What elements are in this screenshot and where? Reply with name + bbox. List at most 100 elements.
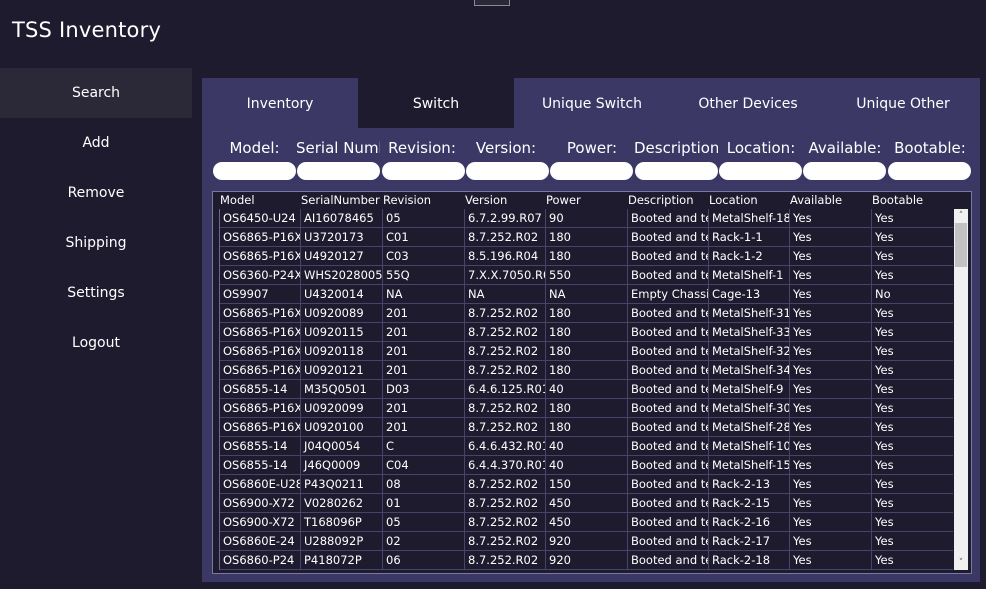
cell-version[interactable]: 8.7.252.R02 xyxy=(464,475,545,494)
cell-version[interactable]: 8.7.252.R02 xyxy=(464,361,545,380)
cell-version[interactable]: 8.7.252.R02 xyxy=(464,228,545,247)
cell-description[interactable]: Booted and te xyxy=(627,532,708,551)
cell-serial-number[interactable]: V0280262 xyxy=(300,494,382,513)
cell-description[interactable]: Booted and te xyxy=(627,266,708,285)
cell-location[interactable]: MetalShelf-28 xyxy=(708,418,789,437)
cell-bootable[interactable]: Yes xyxy=(871,380,953,399)
cell-location[interactable]: Rack-1-1 xyxy=(708,228,789,247)
column-header-version[interactable]: Version xyxy=(464,192,545,209)
cell-version[interactable]: 8.7.252.R02 xyxy=(464,532,545,551)
cell-serial-number[interactable]: P418072P xyxy=(300,551,382,570)
cell-available[interactable]: Yes xyxy=(789,209,871,228)
serial-number-filter-input[interactable] xyxy=(297,162,380,180)
cell-description[interactable]: Booted and te xyxy=(627,513,708,532)
scroll-down-icon[interactable]: ˅ xyxy=(954,556,968,570)
vertical-scrollbar[interactable]: ˄ ˅ xyxy=(954,209,968,570)
table-row[interactable]: OS9907 U4320014 NA NA NA Empty Chassis Cage-13… xyxy=(219,285,953,304)
cell-bootable[interactable]: Yes xyxy=(871,228,953,247)
table-row[interactable]: OS6855-14 J04Q0054 C 6.4.6.432.R01 40 Booted … xyxy=(219,437,953,456)
cell-serial-number[interactable]: M35Q0501 xyxy=(300,380,382,399)
cell-location[interactable]: MetalShelf-30 xyxy=(708,399,789,418)
cell-serial-number[interactable]: U0920121 xyxy=(300,361,382,380)
column-header-power[interactable]: Power xyxy=(545,192,627,209)
version-filter-input[interactable] xyxy=(466,162,549,180)
cell-available[interactable]: Yes xyxy=(789,228,871,247)
cell-revision[interactable]: 201 xyxy=(382,342,464,361)
cell-serial-number[interactable]: WHS20280054 xyxy=(300,266,382,285)
cell-version[interactable]: 8.7.252.R02 xyxy=(464,323,545,342)
cell-revision[interactable]: 01 xyxy=(382,494,464,513)
cell-model[interactable]: OS6865-P16X xyxy=(219,247,300,266)
cell-location[interactable]: Rack-2-15 xyxy=(708,494,789,513)
cell-version[interactable]: 6.4.6.125.R01 xyxy=(464,380,545,399)
cell-serial-number[interactable]: U4320014 xyxy=(300,285,382,304)
cell-revision[interactable]: C04 xyxy=(382,456,464,475)
cell-serial-number[interactable]: U0920118 xyxy=(300,342,382,361)
cell-serial-number[interactable]: U0920100 xyxy=(300,418,382,437)
cell-available[interactable]: Yes xyxy=(789,247,871,266)
cell-power[interactable]: 90 xyxy=(545,209,627,228)
column-header-available[interactable]: Available xyxy=(789,192,871,209)
cell-available[interactable]: Yes xyxy=(789,494,871,513)
cell-bootable[interactable]: No xyxy=(871,285,953,304)
cell-serial-number[interactable]: U0920089 xyxy=(300,304,382,323)
table-row[interactable]: OS6865-P16X U0920121 201 8.7.252.R02 180 Boot… xyxy=(219,361,953,380)
cell-version[interactable]: 6.7.2.99.R07 xyxy=(464,209,545,228)
cell-location[interactable]: MetalShelf-32 xyxy=(708,342,789,361)
bootable-filter-input[interactable] xyxy=(888,162,971,180)
cell-available[interactable]: Yes xyxy=(789,380,871,399)
cell-bootable[interactable]: Yes xyxy=(871,247,953,266)
cell-location[interactable]: Rack-2-18 xyxy=(708,551,789,570)
cell-model[interactable]: OS6450-U24 xyxy=(219,209,300,228)
cell-description[interactable]: Empty Chassis xyxy=(627,285,708,304)
column-header-bootable[interactable]: Bootable xyxy=(871,192,953,209)
sidebar-item-remove[interactable]: Remove xyxy=(0,168,192,218)
cell-description[interactable]: Booted and te xyxy=(627,361,708,380)
cell-revision[interactable]: 55Q xyxy=(382,266,464,285)
cell-location[interactable]: Cage-13 xyxy=(708,285,789,304)
cell-serial-number[interactable]: U3720173 xyxy=(300,228,382,247)
cell-model[interactable]: OS6865-P16X xyxy=(219,323,300,342)
cell-power[interactable]: 180 xyxy=(545,399,627,418)
cell-version[interactable]: 6.4.6.432.R01 xyxy=(464,437,545,456)
cell-power[interactable]: 150 xyxy=(545,475,627,494)
window-grip[interactable] xyxy=(474,0,510,6)
cell-model[interactable]: OS6900-X72 xyxy=(219,494,300,513)
cell-serial-number[interactable]: J46Q0009 xyxy=(300,456,382,475)
cell-model[interactable]: OS6360-P24X xyxy=(219,266,300,285)
location-filter-input[interactable] xyxy=(719,162,802,180)
cell-bootable[interactable]: Yes xyxy=(871,456,953,475)
model-filter-input[interactable] xyxy=(213,162,296,180)
cell-power[interactable]: 920 xyxy=(545,532,627,551)
cell-description[interactable]: Booted and te xyxy=(627,209,708,228)
cell-serial-number[interactable]: J04Q0054 xyxy=(300,437,382,456)
cell-location[interactable]: MetalShelf-15 xyxy=(708,456,789,475)
cell-revision[interactable]: 201 xyxy=(382,323,464,342)
cell-bootable[interactable]: Yes xyxy=(871,209,953,228)
cell-model[interactable]: OS6900-X72 xyxy=(219,513,300,532)
cell-serial-number[interactable]: U0920099 xyxy=(300,399,382,418)
cell-available[interactable]: Yes xyxy=(789,323,871,342)
cell-version[interactable]: 8.7.252.R02 xyxy=(464,494,545,513)
cell-power[interactable]: 40 xyxy=(545,456,627,475)
cell-power[interactable]: 450 xyxy=(545,513,627,532)
cell-description[interactable]: Booted and te xyxy=(627,323,708,342)
revision-filter-input[interactable] xyxy=(382,162,465,180)
cell-model[interactable]: OS6865-P16X xyxy=(219,228,300,247)
cell-power[interactable]: 40 xyxy=(545,437,627,456)
cell-available[interactable]: Yes xyxy=(789,285,871,304)
cell-revision[interactable]: D03 xyxy=(382,380,464,399)
table-row[interactable]: OS6855-14J46Q0009C046.4.4.370.R01::40Boo… xyxy=(219,456,953,475)
cell-description[interactable]: Booted and te xyxy=(627,304,708,323)
column-header-location[interactable]: Location xyxy=(708,192,789,209)
cell-version[interactable]: 8.7.252.R02 xyxy=(464,551,545,570)
tab-unique-switch[interactable]: Unique Switch xyxy=(514,78,670,128)
cell-bootable[interactable]: Yes xyxy=(871,266,953,285)
tab-unique-other[interactable]: Unique Other xyxy=(826,78,980,128)
cell-available[interactable]: Yes xyxy=(789,513,871,532)
cell-bootable[interactable]: Yes xyxy=(871,437,953,456)
cell-description[interactable]: Booted and te xyxy=(627,228,708,247)
sidebar-item-settings[interactable]: Settings xyxy=(0,268,192,318)
table-row[interactable]: OS6865-P16X U3720173 C01 8.7.252.R02 180 Boot… xyxy=(219,228,953,247)
cell-bootable[interactable]: Yes xyxy=(871,532,953,551)
